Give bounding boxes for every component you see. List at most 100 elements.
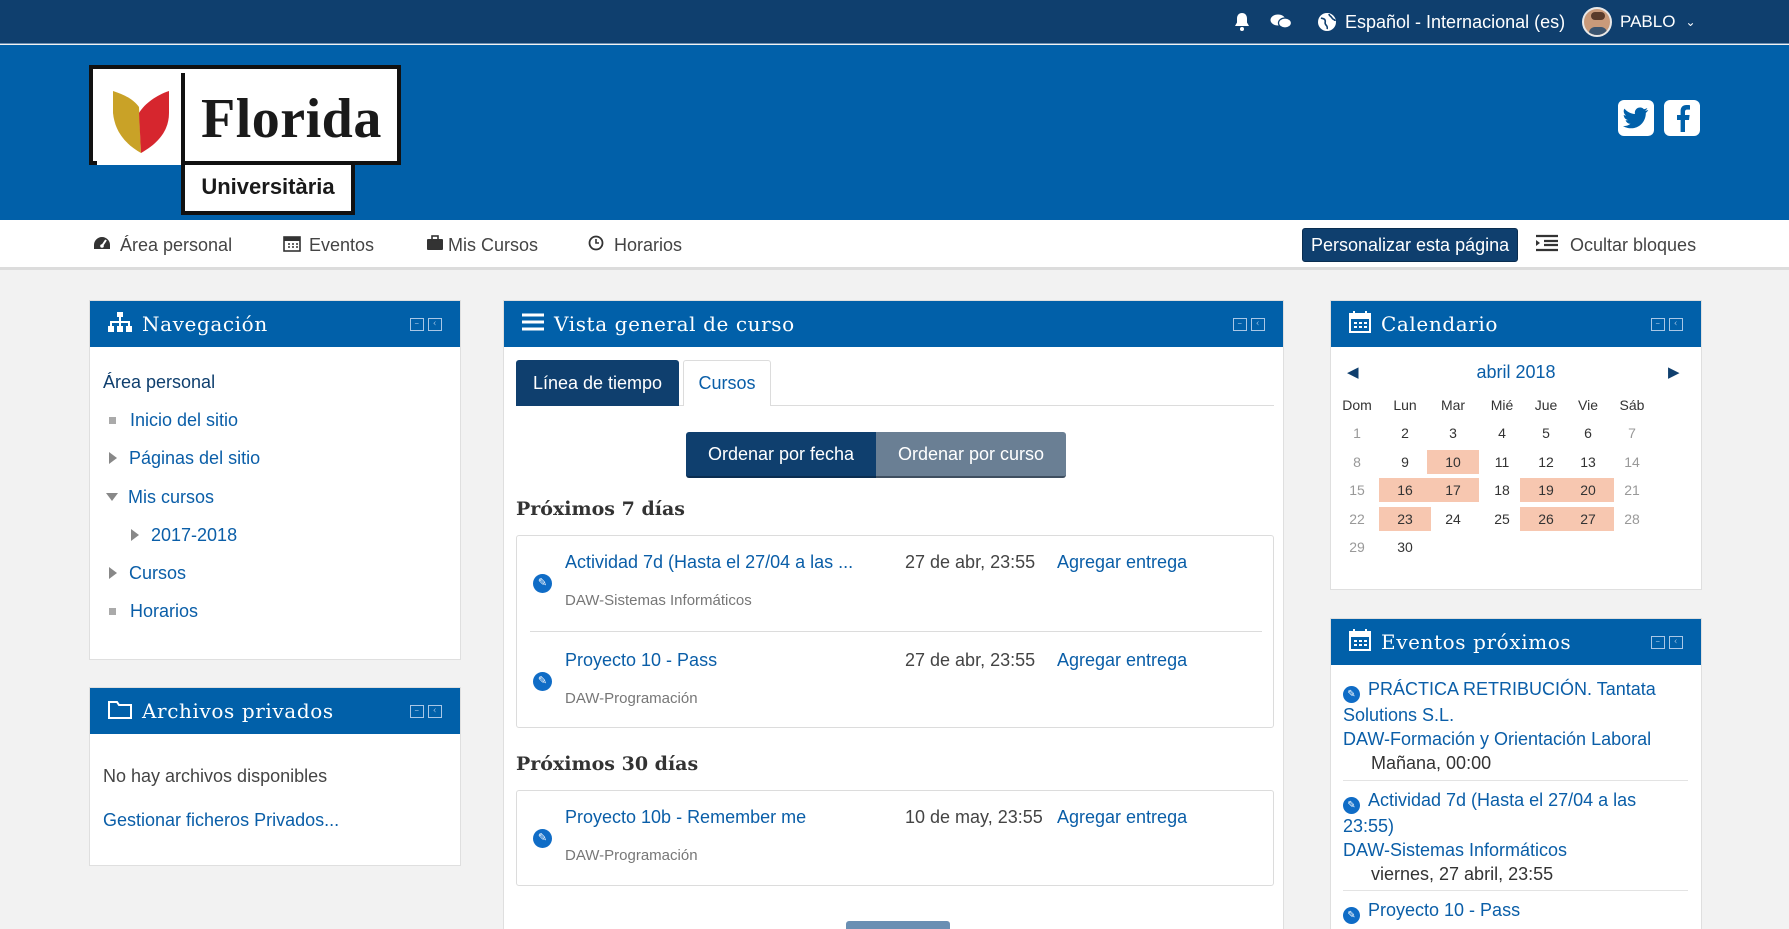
logo-title: Florida (201, 88, 382, 150)
nav-tree-2017-2018[interactable]: 2017-2018 (131, 520, 237, 550)
calendar-day: 22 (1349, 510, 1365, 527)
upcoming-event-name[interactable]: PRÁCTICA RETRIBUCIÓN. Tantata Solutions … (1343, 679, 1656, 725)
dock-icon[interactable]: ‹ (1669, 318, 1683, 331)
upcoming-event-course[interactable]: DAW-Formación y Orientación Laboral (1343, 727, 1688, 751)
assignment-icon: ✎ (533, 574, 552, 593)
upcoming-event-name[interactable]: Actividad 7d (Hasta el 27/04 a las 23:55… (1343, 790, 1636, 836)
language-label: Español - Internacional (es) (1345, 11, 1566, 32)
no-files-text: No hay archivos disponibles (103, 766, 328, 786)
nav-item-label: Área personal (120, 234, 233, 255)
calendar-day: 1 (1353, 425, 1361, 441)
hide-blocks-button[interactable]: Ocultar bloques (1536, 220, 1696, 270)
add-submission-link[interactable]: Agregar entrega (1057, 650, 1187, 671)
nav-tree-area-personal[interactable]: Área personal (103, 367, 215, 397)
manage-private-files-link[interactable]: Gestionar ficheros Privados... (103, 810, 339, 831)
calendar-icon (1349, 310, 1371, 338)
minimize-icon[interactable]: – (1651, 318, 1665, 331)
twitter-icon[interactable] (1618, 100, 1654, 136)
weekday-label: Lun (1393, 397, 1417, 413)
notifications-icon[interactable] (1233, 0, 1251, 44)
weekday-label: Mar (1440, 397, 1466, 413)
dock-icon[interactable]: ‹ (428, 318, 442, 331)
upcoming-event-course[interactable]: DAW-Sistemas Informáticos (1343, 838, 1688, 862)
nav-item-mis-cursos[interactable]: Mis Cursos (426, 220, 538, 270)
course-overview-header: Vista general de curso – ‹ (504, 301, 1283, 347)
dock-icon[interactable]: ‹ (428, 705, 442, 718)
private-files-block-header: Archivos privados – ‹ (90, 688, 460, 734)
customize-page-button[interactable]: Personalizar esta página (1302, 228, 1519, 262)
calendar-day[interactable]: 10 (1427, 449, 1479, 474)
globe-icon (1318, 13, 1336, 31)
assignment-icon: ✎ (533, 672, 552, 691)
facebook-icon[interactable] (1664, 100, 1700, 136)
section-next-30-days: Próximos 30 días (516, 753, 699, 775)
expand-icon (131, 529, 139, 541)
upcoming-events-header: Eventos próximos – ‹ (1331, 619, 1701, 665)
dock-icon[interactable]: ‹ (1669, 636, 1683, 649)
navigation-block-title: Navegación (142, 312, 268, 336)
nav-tree-mis-cursos[interactable]: Mis cursos (106, 482, 214, 512)
calendar-day[interactable]: 23 (1379, 506, 1431, 531)
calendar-day[interactable]: 16 (1379, 478, 1431, 502)
minimize-icon[interactable]: – (410, 318, 424, 331)
show-more-button[interactable] (846, 921, 950, 929)
section-next-7-days: Próximos 7 días (516, 498, 685, 520)
event-row: ✎ Proyecto 10b - Remember me DAW-Program… (517, 791, 1273, 887)
calendar-day: 14 (1624, 453, 1640, 470)
dock-icon[interactable]: ‹ (1251, 318, 1265, 331)
nav-tree-paginas-sitio[interactable]: Páginas del sitio (109, 443, 260, 473)
nav-tree-cursos[interactable]: Cursos (109, 558, 186, 588)
nav-item-label: Eventos (309, 234, 375, 255)
upcoming-event-date: viernes, 27 abril, 23:55 (1371, 864, 1554, 884)
weekday-label: Dom (1342, 397, 1372, 413)
site-logo[interactable]: Florida Universitària (89, 65, 401, 215)
event-name-link[interactable]: Proyecto 10b - Remember me (565, 807, 806, 828)
calendar-day: 9 (1401, 453, 1409, 470)
event-date: 27 de abr, 23:55 (905, 650, 1036, 670)
event-course: DAW-Sistemas Informáticos (565, 592, 752, 609)
next-month-icon[interactable]: ▶ (1668, 363, 1680, 381)
event-course: DAW-Programación (565, 690, 698, 707)
calendar-icon (1349, 628, 1371, 656)
event-name-link[interactable]: Proyecto 10 - Pass (565, 650, 717, 671)
event-row: ✎ Actividad 7d (Hasta el 27/04 a las ...… (517, 536, 1273, 632)
user-menu[interactable]: PABLO ⌄ (1582, 0, 1696, 44)
add-submission-link[interactable]: Agregar entrega (1057, 552, 1187, 573)
sort-by-date-button[interactable]: Ordenar por fecha (686, 432, 876, 478)
tab-cursos[interactable]: Cursos (683, 360, 771, 406)
event-name-link[interactable]: Actividad 7d (Hasta el 27/04 a las ... (565, 552, 853, 573)
nav-tree-horarios[interactable]: Horarios (109, 596, 198, 626)
language-menu[interactable]: Español - Internacional (es) (1317, 0, 1565, 44)
expand-icon (109, 452, 117, 464)
hide-blocks-label: Ocultar bloques (1570, 234, 1697, 255)
minimize-icon[interactable]: – (1651, 636, 1665, 649)
navigation-block: Navegación – ‹ Área personal Inicio del s… (89, 300, 461, 660)
calendar-day[interactable]: 17 (1427, 478, 1479, 502)
calendar-day: 2 (1401, 425, 1409, 441)
sort-by-course-button[interactable]: Ordenar por curso (876, 432, 1066, 478)
upcoming-event-item: ✎ PRÁCTICA RETRIBUCIÓN. Tantata Solutions… (1343, 677, 1688, 775)
shield-icon (97, 73, 185, 165)
calendar-month-label[interactable]: abril 2018 (1331, 362, 1701, 383)
tab-linea-de-tiempo[interactable]: Línea de tiempo (516, 360, 679, 406)
minimize-icon[interactable]: – (410, 705, 424, 718)
upcoming-event-date: Mañana, 00:00 (1371, 753, 1492, 773)
add-submission-link[interactable]: Agregar entrega (1057, 807, 1187, 828)
list-icon (522, 312, 544, 336)
calendar-day: 7 (1628, 425, 1636, 441)
main-nav: Área personal Eventos Mis Cursos Horario… (0, 220, 1789, 270)
calendar-day: 8 (1353, 453, 1361, 470)
collapse-icon (106, 493, 118, 501)
site-header: Florida Universitària (0, 45, 1789, 220)
nav-tree-inicio-sitio[interactable]: Inicio del sitio (109, 405, 238, 435)
nav-item-eventos[interactable]: Eventos (283, 220, 374, 270)
event-date: 27 de abr, 23:55 (905, 552, 1036, 572)
calendar-day: 21 (1624, 482, 1640, 498)
private-files-title: Archivos privados (142, 699, 334, 723)
messages-icon[interactable] (1270, 0, 1292, 44)
nav-item-area-personal[interactable]: Área personal (92, 220, 232, 270)
minimize-icon[interactable]: – (1233, 318, 1247, 331)
upcoming-event-name[interactable]: Proyecto 10 - Pass (1368, 900, 1520, 920)
nav-item-horarios[interactable]: Horarios (588, 220, 682, 270)
assignment-icon: ✎ (1343, 907, 1360, 924)
